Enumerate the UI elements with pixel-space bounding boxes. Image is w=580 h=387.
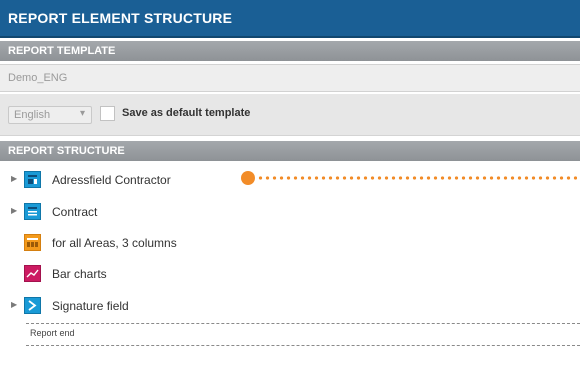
callout-marker-dot <box>241 171 255 185</box>
report-structure-header: REPORT STRUCTURE <box>0 141 580 161</box>
report-element-structure-panel: REPORT ELEMENT STRUCTURE REPORT TEMPLATE… <box>0 0 580 387</box>
divider-line <box>26 345 580 346</box>
template-name-value: Demo_ENG <box>8 72 68 84</box>
report-structure-header-label: REPORT STRUCTURE <box>8 145 125 157</box>
template-name-field[interactable]: Demo_ENG <box>0 64 580 92</box>
report-template-header: REPORT TEMPLATE <box>0 41 580 61</box>
tree-item-bar-charts[interactable]: Bar charts <box>0 260 580 288</box>
tree-item-label: for all Areas, 3 columns <box>52 236 177 250</box>
tree-item-label: Signature field <box>52 299 129 313</box>
expand-arrow-icon[interactable]: ▶ <box>11 174 17 183</box>
tree-item-label: Bar charts <box>52 267 107 281</box>
expand-arrow-icon[interactable]: ▶ <box>11 300 17 309</box>
tree-item-contract[interactable]: ▶ Contract <box>0 198 580 226</box>
language-select[interactable]: English ▾ <box>8 106 92 124</box>
save-default-checkbox[interactable] <box>100 106 115 121</box>
text-block-icon <box>24 203 41 220</box>
chevron-down-icon: ▾ <box>79 108 85 119</box>
signature-icon <box>24 297 41 314</box>
language-value: English <box>14 109 51 121</box>
tree-item-label: Contract <box>52 205 98 219</box>
bar-chart-icon <box>24 265 41 282</box>
table-icon <box>24 234 41 251</box>
save-default-label[interactable]: Save as default template <box>122 107 250 119</box>
report-end-label: Report end <box>30 328 75 338</box>
tree-item-label: Adressfield Contractor <box>52 173 171 187</box>
title-bar: REPORT ELEMENT STRUCTURE <box>0 0 580 38</box>
divider-line <box>26 323 580 324</box>
tree-item-for-all-areas[interactable]: for all Areas, 3 columns <box>0 229 580 257</box>
tree-item-signature-field[interactable]: ▶ Signature field <box>0 292 580 320</box>
expand-arrow-icon[interactable]: ▶ <box>11 206 17 215</box>
tree-item-adressfield-contractor[interactable]: ▶ Adressfield Contractor <box>0 166 580 194</box>
address-field-icon <box>24 171 41 188</box>
window-title: REPORT ELEMENT STRUCTURE <box>8 10 233 26</box>
callout-dotted-line <box>257 176 577 180</box>
template-options-row: English ▾ Save as default template <box>0 94 580 136</box>
report-template-header-label: REPORT TEMPLATE <box>8 45 116 57</box>
